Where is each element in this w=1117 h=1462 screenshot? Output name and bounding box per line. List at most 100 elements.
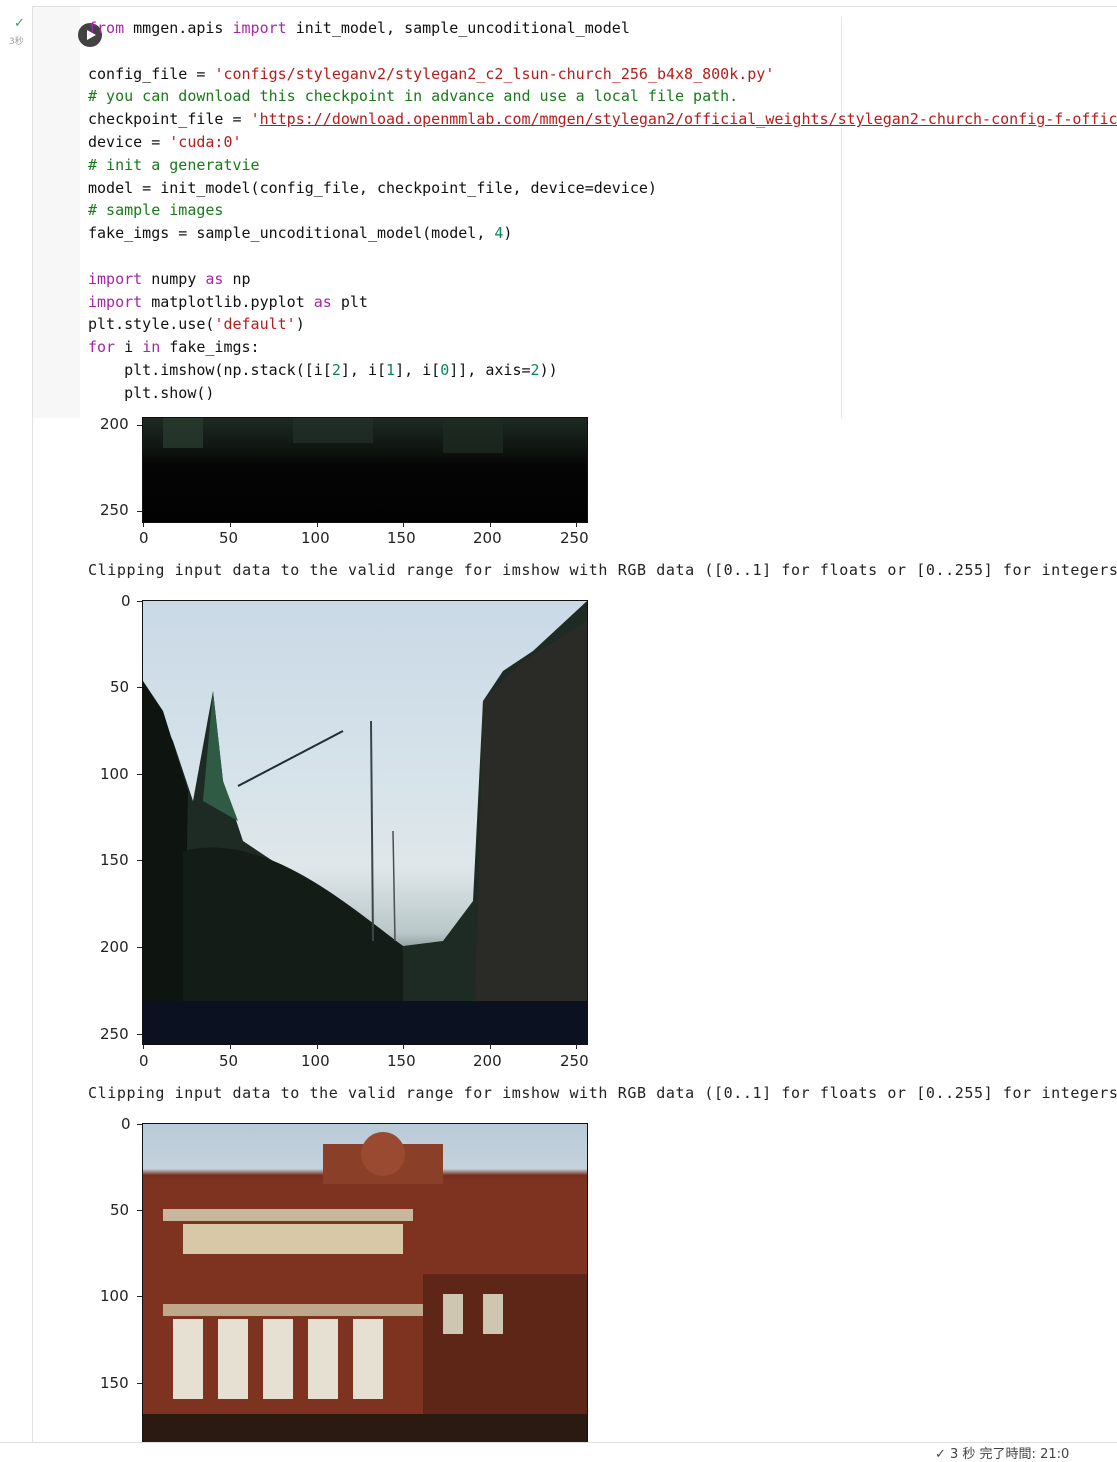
x-tick [143, 522, 144, 527]
y-tick [137, 1124, 142, 1125]
code-line[interactable]: checkpoint_file = 'https://download.open… [88, 108, 1117, 131]
code-token: as [205, 269, 224, 288]
code-token: from [88, 19, 125, 37]
code-line[interactable]: plt.imshow(np.stack([i[2], i[1], i[0]], … [88, 359, 1117, 382]
code-token: import [88, 292, 143, 311]
generated-image-3 [142, 1123, 588, 1444]
code-token: 1 [386, 360, 396, 379]
code-line[interactable]: # init a generatvie [88, 154, 1117, 177]
y-tick-label: 250 [100, 1025, 129, 1043]
code-token: ], i[ [340, 360, 387, 379]
code-token: init_model, sample_uncoditional_model [286, 19, 630, 37]
y-tick-label: 0 [121, 592, 131, 610]
warning-message: Clipping input data to the valid range f… [88, 1084, 1117, 1102]
y-tick-label: 200 [100, 938, 129, 956]
y-tick-label: 250 [100, 501, 129, 519]
code-token: ]], axis= [449, 360, 531, 379]
execution-time: 3秒 [9, 37, 24, 47]
x-tick [490, 522, 491, 527]
y-tick-label: 100 [100, 765, 129, 783]
y-tick-label: 50 [110, 1201, 130, 1219]
code-token: 2 [331, 360, 341, 379]
code-token: # you can download this checkpoint in ad… [88, 87, 739, 106]
x-tick-label: 150 [387, 1052, 416, 1070]
code-token: )) [539, 360, 558, 379]
code-token: # sample images [88, 201, 224, 220]
check-icon: ✓ [14, 16, 25, 31]
x-tick [143, 1044, 144, 1049]
y-tick [137, 1034, 142, 1035]
code-line[interactable]: config_file = 'configs/styleganv2/styleg… [88, 63, 1117, 86]
x-tick [403, 1044, 404, 1049]
x-tick-label: 0 [139, 1052, 149, 1070]
x-tick-label: 100 [301, 1052, 330, 1070]
x-tick [490, 1044, 491, 1049]
x-tick-label: 200 [473, 1052, 502, 1070]
x-tick [317, 522, 318, 527]
y-tick [137, 774, 142, 775]
code-line[interactable]: plt.style.use('default') [88, 313, 1117, 336]
code-token: 2 [530, 360, 540, 379]
code-token: plt [331, 292, 368, 311]
code-token: np [223, 269, 251, 288]
code-line[interactable]: fake_imgs = sample_uncoditional_model(mo… [88, 222, 1117, 245]
code-token: numpy [142, 269, 206, 288]
code-token: ) [503, 224, 513, 243]
code-line[interactable]: # you can download this checkpoint in ad… [88, 85, 1117, 108]
x-tick-label: 250 [560, 529, 589, 547]
code-token: 'default' [214, 315, 296, 334]
x-tick-label: 50 [219, 529, 239, 547]
code-line[interactable]: model = init_model(config_file, checkpoi… [88, 177, 1117, 200]
left-gutter [0, 0, 32, 1442]
code-line[interactable]: for i in fake_imgs: [88, 336, 1117, 359]
y-tick [137, 1383, 142, 1384]
code-token: as [313, 292, 332, 311]
x-tick [230, 1044, 231, 1049]
code-text[interactable]: from mmgen.apis import init_model, sampl… [88, 17, 1117, 405]
code-token: i [115, 338, 143, 357]
code-token: # init a generatvie [88, 155, 260, 174]
code-token: 'cuda:0' [169, 132, 242, 151]
x-tick-label: 200 [473, 529, 502, 547]
code-token: ], i[ [395, 360, 441, 379]
code-token: checkpoint_file = [88, 110, 251, 129]
x-tick [576, 1044, 577, 1049]
code-line[interactable] [88, 245, 1117, 268]
code-token: model = init_model(config_file, checkpoi… [88, 178, 657, 197]
code-token: plt.style.use( [88, 315, 215, 334]
x-tick-label: 100 [301, 529, 330, 547]
code-token: import [232, 19, 287, 37]
status-bar: ✓ 3 秒 完了時間: 21:0 [0, 1442, 1117, 1462]
code-token: fake_imgs: [160, 338, 260, 357]
code-token: ) [295, 315, 305, 334]
x-tick [403, 522, 404, 527]
y-tick [137, 947, 142, 948]
code-line[interactable]: plt.show() [88, 382, 1117, 405]
y-tick-label: 150 [100, 851, 129, 869]
generated-image-1 [142, 417, 588, 523]
x-tick-label: 0 [139, 529, 149, 547]
code-token: fake_imgs = sample_uncoditional_model(mo… [88, 224, 495, 243]
y-tick [137, 687, 142, 688]
status-text: ✓ 3 秒 完了時間: 21:0 [935, 1447, 1070, 1462]
code-line[interactable]: # sample images [88, 199, 1117, 222]
code-token: 0 [440, 360, 450, 379]
code-token[interactable]: https://download.openmmlab.com/mmgen/sty… [260, 110, 1117, 128]
code-line[interactable]: from mmgen.apis import init_model, sampl… [88, 17, 1117, 40]
code-line[interactable]: import matplotlib.pyplot as plt [88, 291, 1117, 314]
code-token: import [88, 269, 143, 288]
code-token: for [88, 338, 116, 357]
code-token: ' [250, 110, 260, 129]
y-tick-label: 150 [100, 1374, 129, 1392]
code-line[interactable]: import numpy as np [88, 268, 1117, 291]
code-line[interactable] [88, 40, 1117, 63]
y-tick [137, 601, 142, 602]
code-token: device = [88, 132, 170, 151]
y-tick [137, 1296, 142, 1297]
code-token: mmgen.apis [124, 19, 233, 37]
y-tick [137, 425, 142, 426]
code-line[interactable]: device = 'cuda:0' [88, 131, 1117, 154]
code-token: plt.imshow(np.stack([i[ [88, 360, 332, 379]
y-tick [137, 1210, 142, 1211]
x-tick-label: 50 [219, 1052, 239, 1070]
